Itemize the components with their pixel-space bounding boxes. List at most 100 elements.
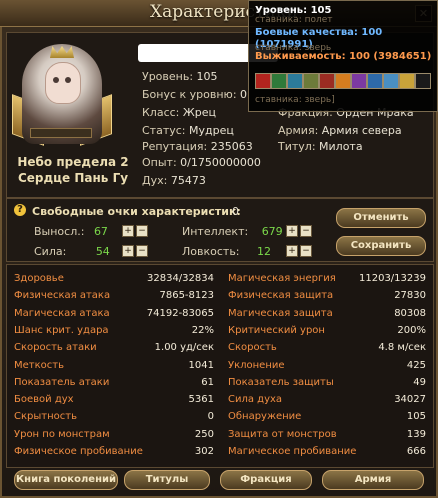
stat-name: Скрытность	[14, 411, 77, 423]
stat-value: 1041	[188, 359, 214, 371]
avatar-face	[45, 62, 81, 104]
reputation-label: Репутация:	[142, 140, 208, 153]
stat-value: 11203/13239	[359, 273, 426, 284]
stamina-plus-button[interactable]: +	[122, 225, 134, 237]
exp-progress-bar	[30, 128, 92, 138]
free-stat-intellect: Интеллект: 679	[182, 225, 283, 238]
free-points-label: Свободные очки характеристик:	[32, 205, 241, 218]
exp-value: 0/1750000000	[180, 156, 261, 169]
faction-button[interactable]: Фракция	[220, 470, 312, 490]
save-button[interactable]: Сохранить	[336, 236, 426, 256]
left-stat-row: Урон по монстрам 250	[14, 426, 214, 443]
stat-name: Скорость	[228, 342, 277, 354]
stat-name: Здоровье	[14, 273, 64, 284]
level-tooltip: Уровень: 105 ставника: полет Боевые каче…	[248, 0, 438, 112]
left-stat-row: Магическая атака 74192-83065	[14, 305, 214, 322]
question-icon[interactable]: ?	[14, 204, 26, 216]
buff-icon-6	[335, 73, 351, 89]
stat-name: Боевой дух	[14, 394, 74, 406]
bonus-row: Бонус к уровню: 0	[142, 88, 247, 101]
free-stat-agility: Ловкость: 12	[182, 245, 271, 258]
intellect-minus-button[interactable]: −	[300, 225, 312, 237]
stat-value: 425	[406, 359, 426, 371]
right-stat-row: Сила духа 34027	[228, 391, 426, 408]
level-label: Уровень:	[142, 70, 194, 83]
stat-name: Магическое пробивание	[228, 446, 357, 457]
free-stat-stamina: Выносл.: 67	[34, 225, 108, 238]
stat-name: Показатель защиты	[228, 376, 334, 388]
agility-value: 12	[257, 245, 272, 258]
left-stat-row: Скорость атаки 1.00 уд/сек	[14, 339, 214, 356]
stat-value: 4.8 м/сек	[378, 342, 426, 354]
status-value: Мудрец	[189, 124, 234, 137]
status-row: Статус: Мудрец	[142, 124, 234, 137]
buff-icon-1	[255, 73, 271, 89]
right-stat-row: Магическая энергия 11203/13239	[228, 270, 426, 287]
bonus-value: 0	[240, 88, 248, 101]
stat-value: 7865-8123	[159, 290, 214, 302]
titul-row: Титул: Милота	[278, 140, 363, 153]
stat-name: Сила духа	[228, 394, 283, 406]
tooltip-survival-label: Выживаемость:	[255, 51, 346, 62]
nickname: Небо предела 2 Сердце Пань Гу	[12, 154, 134, 186]
class-label: Класс:	[142, 106, 180, 119]
right-stat-row: Уклонение 425	[228, 357, 426, 374]
stat-value: 200%	[397, 324, 426, 336]
intellect-plus-button[interactable]: +	[286, 225, 298, 237]
right-stat-row: Критический урон 200%	[228, 322, 426, 339]
left-stat-row: Показатель атаки 61	[14, 374, 214, 391]
stat-value: 0	[207, 411, 214, 423]
strength-minus-button[interactable]: −	[136, 245, 148, 257]
class-value: Жрец	[182, 106, 216, 119]
stat-name: Меткость	[14, 359, 64, 371]
free-points-value: 0	[232, 205, 239, 218]
stat-name: Критический урон	[228, 324, 325, 336]
strength-plus-button[interactable]: +	[122, 245, 134, 257]
stat-name: Физическое пробивание	[14, 446, 143, 457]
exp-label: Опыт:	[142, 156, 177, 169]
stat-name: Защита от монстров	[228, 428, 337, 440]
left-stat-row: Шанс крит. удара 22%	[14, 322, 214, 339]
stat-value: 34027	[394, 394, 426, 406]
agility-plus-button[interactable]: +	[286, 245, 298, 257]
stat-name: Обнаружение	[228, 411, 302, 423]
stat-value: 80308	[394, 307, 426, 319]
stamina-value: 67	[93, 225, 108, 238]
stat-value: 105	[406, 411, 426, 423]
right-stat-row: Обнаружение 105	[228, 408, 426, 425]
stat-name: Физическая защита	[228, 290, 334, 302]
free-stat-strength: Сила: 54	[34, 245, 110, 258]
left-stat-row: Физическое пробивание 302	[14, 443, 214, 460]
level-value: 105	[196, 70, 218, 83]
left-stat-row: Меткость 1041	[14, 357, 214, 374]
class-row: Класс: Жрец	[142, 106, 216, 119]
buff-icon-8	[367, 73, 383, 89]
army-button[interactable]: Армия	[322, 470, 424, 490]
stat-name: Физическая атака	[14, 290, 111, 302]
cancel-button[interactable]: Отменить	[336, 208, 426, 228]
nickname-line2: Сердце Пань Гу	[17, 171, 129, 185]
generation-book-button[interactable]: Книга поколений	[14, 470, 118, 490]
stat-name: Магическая защита	[228, 307, 333, 319]
stat-value: 22%	[191, 324, 214, 336]
right-stat-row: Физическая защита 27830	[228, 287, 426, 304]
buff-icon-3	[287, 73, 303, 89]
reputation-value: 235063	[210, 140, 253, 153]
agility-label: Ловкость:	[182, 245, 240, 258]
army-label: Армия:	[278, 124, 319, 137]
avatar-eye-right	[65, 77, 71, 83]
buff-icon-4	[303, 73, 319, 89]
stamina-minus-button[interactable]: −	[136, 225, 148, 237]
strength-label: Сила:	[34, 245, 67, 258]
agility-minus-button[interactable]: −	[300, 245, 312, 257]
level-row: Уровень: 105	[142, 70, 218, 83]
titul-label: Титул:	[278, 140, 316, 153]
titles-button[interactable]: Титулы	[124, 470, 210, 490]
stat-value: 666	[406, 446, 426, 457]
left-stat-row: Боевой дух 5361	[14, 391, 214, 408]
spirit-value: 75473	[170, 174, 206, 187]
intellect-value: 679	[261, 225, 283, 238]
nickname-line1: Небо предела 2	[17, 155, 129, 169]
stat-value: 5361	[188, 394, 214, 406]
buff-icon-11	[415, 73, 431, 89]
